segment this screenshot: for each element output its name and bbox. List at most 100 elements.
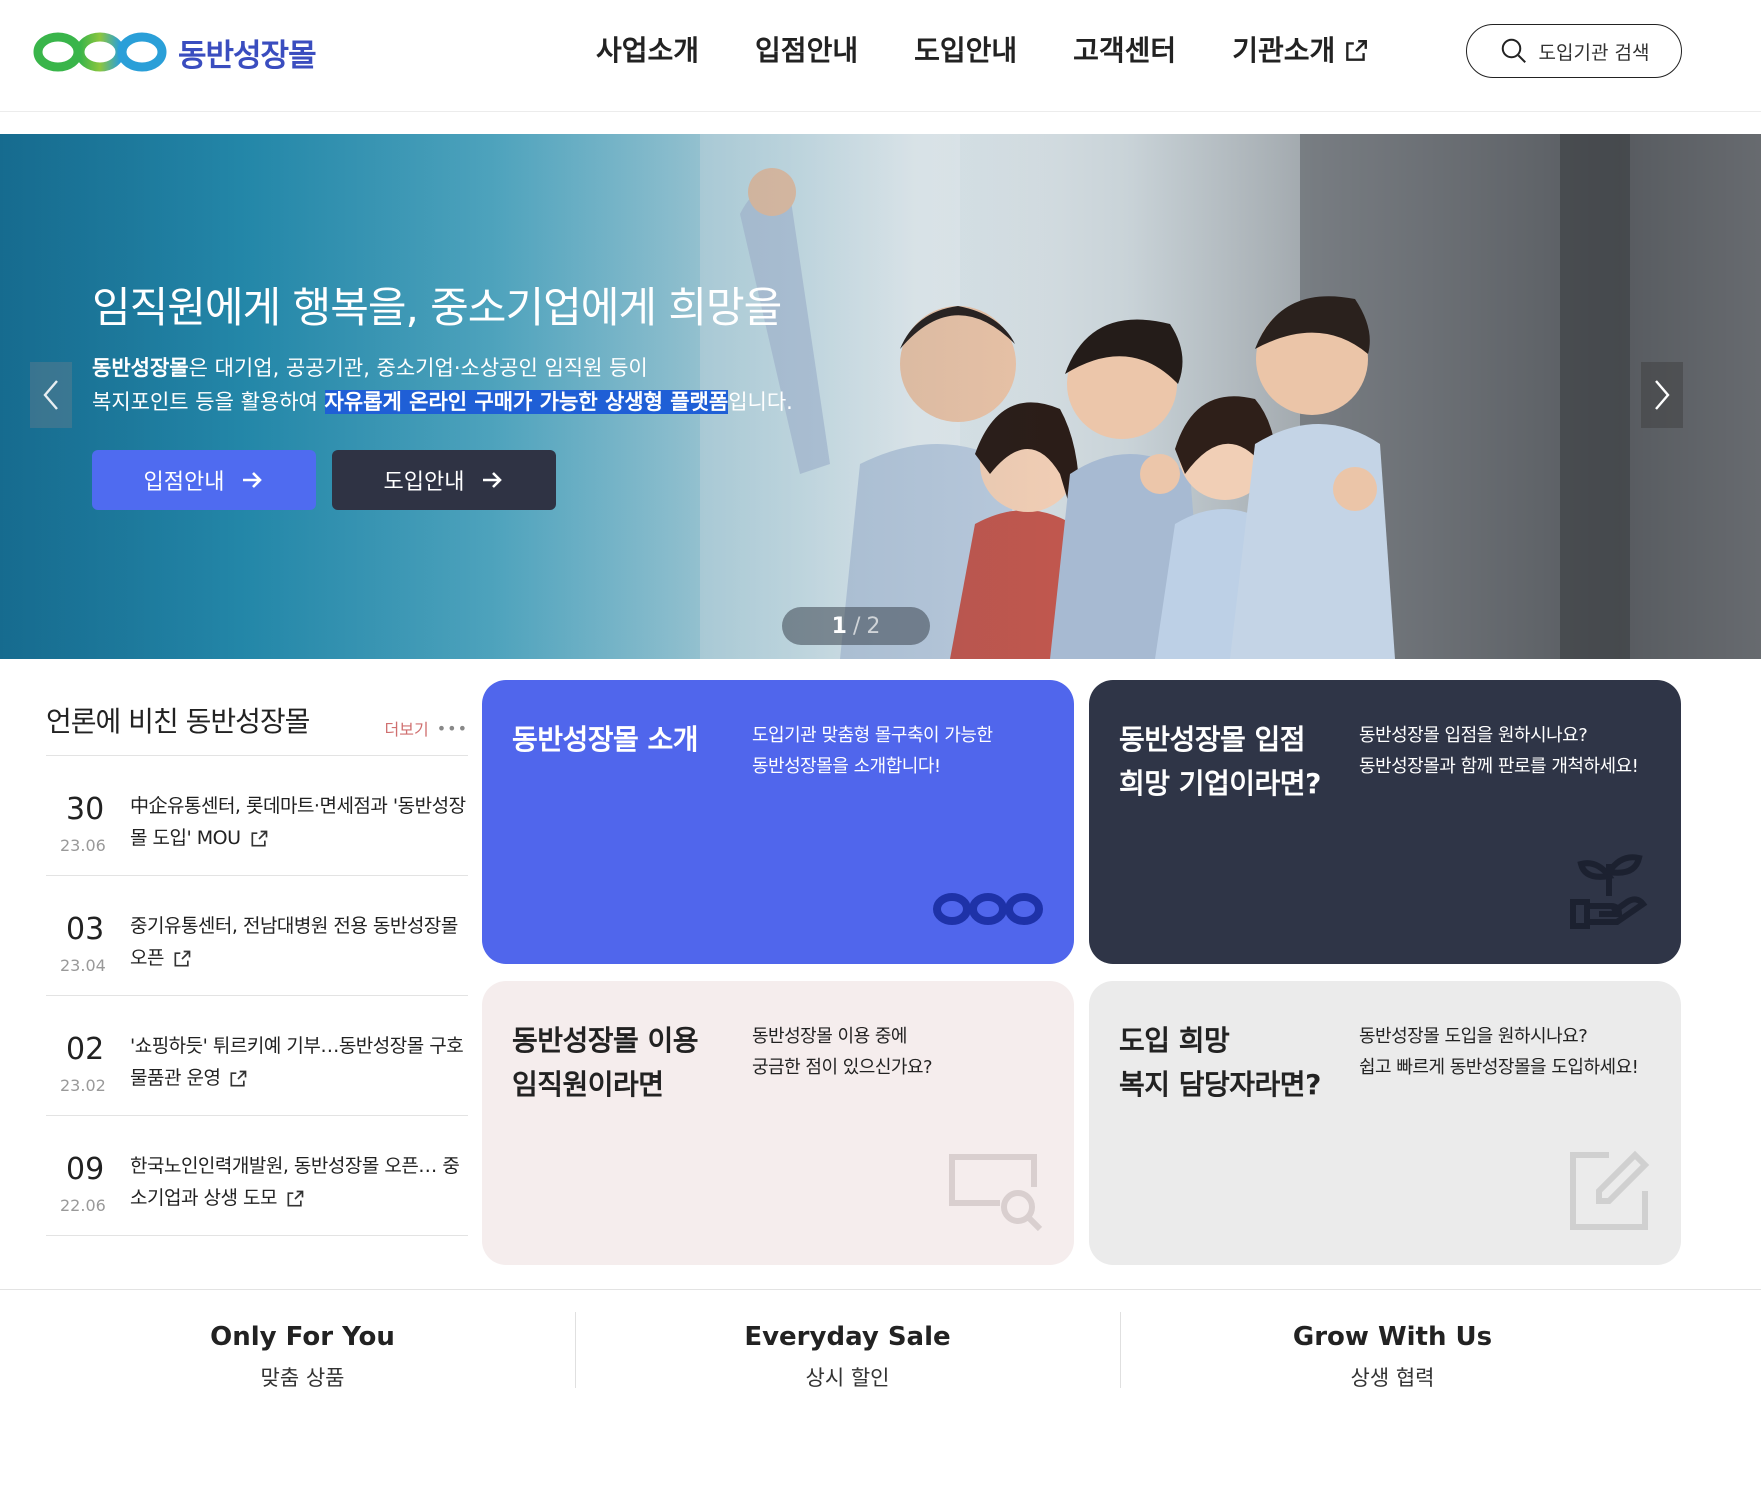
card-desc-line: 동반성장몰 입점을 원하시나요? (1359, 725, 1588, 746)
nav-item-about[interactable]: 기관소개 (1232, 26, 1369, 76)
hero-description-line2: 복지포인트 등을 활용하여 자유롭게 온라인 구매가 가능한 상생형 플랫폼입니… (92, 386, 793, 416)
press-title: 언론에 비친 동반성장몰 (46, 705, 310, 738)
nav-label: 입점안내 (755, 34, 859, 67)
card-desc-line: 쉽고 빠르게 동반성장몰을 도입하세요! (1359, 1057, 1639, 1078)
press-item[interactable]: 09 22.06 한국노인인력개발원, 동반성장몰 오픈… 중소기업과 상생 도… (46, 1116, 468, 1236)
monitor-search-icon (949, 1154, 1043, 1231)
press-headline: 중기유통센터, 전남대병원 전용 동반성장몰 오픈 (130, 910, 466, 974)
press-more-link[interactable]: 더보기 ••• (385, 716, 468, 740)
search-label: 도입기관 검색 (1538, 41, 1650, 64)
card-desc-line: 동반성장몰을 소개합니다! (752, 756, 941, 777)
carousel-next-button[interactable] (1641, 362, 1683, 428)
card-desc-line: 동반성장몰 도입을 원하시나요? (1359, 1026, 1588, 1047)
feature-title: Only For You (210, 1322, 395, 1352)
card-title-line: 복지 담당자라면? (1119, 1068, 1321, 1101)
org-search-button[interactable]: 도입기관 검색 (1466, 24, 1682, 78)
feature-only-for-you: Only For You 맞춤 상품 (30, 1312, 575, 1392)
pager-current: 1 (831, 613, 847, 639)
card-desc-line: 동반성장몰 이용 중에 (752, 1026, 907, 1047)
press-headline-text: 中企유통센터, 롯데마트·면세점과 '동반성장몰 도입' MOU (130, 795, 466, 849)
pager-total: 2 (866, 613, 881, 639)
adoption-guide-button[interactable]: 도입안내 (332, 450, 556, 510)
desc-highlight: 자유롭게 온라인 구매가 가능한 상생형 플랫폼 (324, 390, 729, 414)
edit-document-icon (1570, 1150, 1650, 1230)
press-headline: 한국노인인력개발원, 동반성장몰 오픈… 중소기업과 상생 도모 (130, 1150, 466, 1214)
press-day: 30 (66, 792, 105, 827)
plant-in-hand-icon (1570, 854, 1648, 929)
hero-title: 임직원에게 행복을, 중소기업에게 희망을 (92, 283, 782, 332)
desc-text: 복지포인트 등을 활용하여 (92, 390, 325, 414)
card-title-line: 도입 희망 (1119, 1024, 1230, 1057)
arrow-right-icon (483, 472, 503, 488)
card-title-line: 희망 기업이라면? (1119, 767, 1321, 800)
press-item[interactable]: 02 23.02 '쇼핑하듯' 튀르키예 기부…동반성장몰 구호물품관 운영 (46, 996, 468, 1116)
nav-item-support[interactable]: 고객센터 (1073, 26, 1176, 76)
external-link-icon (1346, 40, 1368, 61)
nav-item-adoption[interactable]: 도입안내 (914, 26, 1017, 76)
press-item[interactable]: 03 23.04 중기유통센터, 전남대병원 전용 동반성장몰 오픈 (46, 876, 468, 996)
feature-grow-with-us: Grow With Us 상생 협력 (1120, 1312, 1665, 1392)
press-headline: '쇼핑하듯' 튀르키예 기부…동반성장몰 구호물품관 운영 (130, 1030, 466, 1094)
press-header: 언론에 비친 동반성장몰 더보기 ••• (46, 680, 468, 756)
press-headline: 中企유통센터, 롯데마트·면세점과 '동반성장몰 도입' MOU (130, 790, 466, 854)
chevron-left-icon (43, 380, 58, 410)
press-day: 02 (66, 1032, 105, 1067)
features-bar: Only For You 맞춤 상품 Everyday Sale 상시 할인 G… (0, 1289, 1761, 1409)
press-item[interactable]: 30 23.06 中企유통센터, 롯데마트·면세점과 '동반성장몰 도입' MO… (46, 756, 468, 876)
site-logo[interactable]: 동반성장몰 (32, 24, 317, 80)
vendor-guide-button[interactable]: 입점안내 (92, 450, 316, 510)
feature-subtitle: 맞춤 상품 (260, 1366, 345, 1390)
infinity-logo-icon (33, 32, 167, 72)
feature-everyday-sale: Everyday Sale 상시 할인 (575, 1312, 1120, 1392)
carousel-prev-button[interactable] (30, 362, 72, 428)
card-vendor-entry[interactable]: 동반성장몰 입점희망 기업이라면? 동반성장몰 입점을 원하시나요? 동반성장몰과… (1089, 680, 1681, 964)
brand-name: 동반성장몰 (92, 356, 189, 380)
external-link-icon (287, 1190, 304, 1206)
card-welfare-manager[interactable]: 도입 희망복지 담당자라면? 동반성장몰 도입을 원하시나요? 쉽고 빠르게 동반… (1089, 981, 1681, 1265)
card-description: 동반성장몰 입점을 원하시나요? 동반성장몰과 함께 판로를 개척하세요! (1359, 720, 1639, 782)
card-desc-line: 동반성장몰과 함께 판로를 개척하세요! (1359, 756, 1639, 777)
search-icon (1501, 38, 1526, 63)
card-description: 동반성장몰 도입을 원하시나요? 쉽고 빠르게 동반성장몰을 도입하세요! (1359, 1021, 1639, 1083)
nav-label: 사업소개 (596, 34, 700, 67)
card-title-line: 동반성장몰 소개 (512, 723, 699, 756)
press-day: 09 (66, 1152, 105, 1187)
site-header: 동반성장몰 사업소개 입점안내 도입안내 고객센터 기관소개 도입기관 검색 (0, 0, 1761, 112)
more-dots-icon: ••• (436, 718, 468, 738)
nav-label: 도입안내 (914, 34, 1018, 67)
press-year-month: 23.04 (60, 956, 106, 975)
hero-description-line1: 동반성장몰은 대기업, 공공기관, 중소기업·소상공인 임직원 등이 (92, 352, 648, 382)
card-title-line: 임직원이라면 (512, 1068, 664, 1101)
press-headline-text: '쇼핑하듯' 튀르키예 기부…동반성장몰 구호물품관 운영 (130, 1035, 464, 1089)
external-link-icon (174, 950, 191, 966)
pager-separator: / (852, 613, 861, 639)
button-label: 도입안내 (383, 470, 465, 495)
card-title: 동반성장몰 이용 임직원이라면 (512, 1019, 699, 1107)
card-title: 도입 희망복지 담당자라면? (1119, 1019, 1321, 1107)
press-year-month: 23.02 (60, 1076, 106, 1095)
press-day: 03 (66, 912, 105, 947)
card-title: 동반성장몰 소개 (512, 718, 699, 762)
desc-text: 은 대기업, 공공기관, 중소기업·소상공인 임직원 등이 (188, 356, 648, 380)
card-description: 도입기관 맞춤형 몰구축이 가능한동반성장몰을 소개합니다! (752, 720, 993, 782)
card-employee-help[interactable]: 동반성장몰 이용 임직원이라면 동반성장몰 이용 중에궁금한 점이 있으신가요? (482, 981, 1074, 1265)
arrow-right-icon (243, 472, 263, 488)
feature-subtitle: 상시 할인 (805, 1366, 890, 1390)
more-label: 더보기 (384, 720, 429, 739)
press-section: 언론에 비친 동반성장몰 더보기 ••• 30 23.06 中企유통센터, 롯데… (46, 680, 468, 1236)
infinity-logo-icon (933, 893, 1043, 925)
card-title-line: 동반성장몰 입점 (1119, 723, 1306, 756)
external-link-icon (251, 830, 267, 846)
card-desc-line: 궁금한 점이 있으신가요? (752, 1057, 933, 1078)
chevron-right-icon (1655, 380, 1670, 410)
card-mall-intro[interactable]: 동반성장몰 소개 도입기관 맞춤형 몰구축이 가능한동반성장몰을 소개합니다! (482, 680, 1074, 964)
hero-banner: 임직원에게 행복을, 중소기업에게 희망을 동반성장몰은 대기업, 공공기관, … (0, 134, 1761, 659)
card-title: 동반성장몰 입점희망 기업이라면? (1119, 718, 1321, 806)
card-description: 동반성장몰 이용 중에궁금한 점이 있으신가요? (752, 1021, 933, 1083)
card-desc-line: 도입기관 맞춤형 몰구축이 가능한 (752, 725, 993, 746)
desc-text: 입니다. (728, 390, 793, 414)
press-year-month: 23.06 (60, 836, 106, 855)
nav-item-vendor[interactable]: 입점안내 (755, 26, 858, 76)
logo-text: 동반성장몰 (178, 37, 317, 74)
nav-item-business[interactable]: 사업소개 (596, 26, 699, 76)
